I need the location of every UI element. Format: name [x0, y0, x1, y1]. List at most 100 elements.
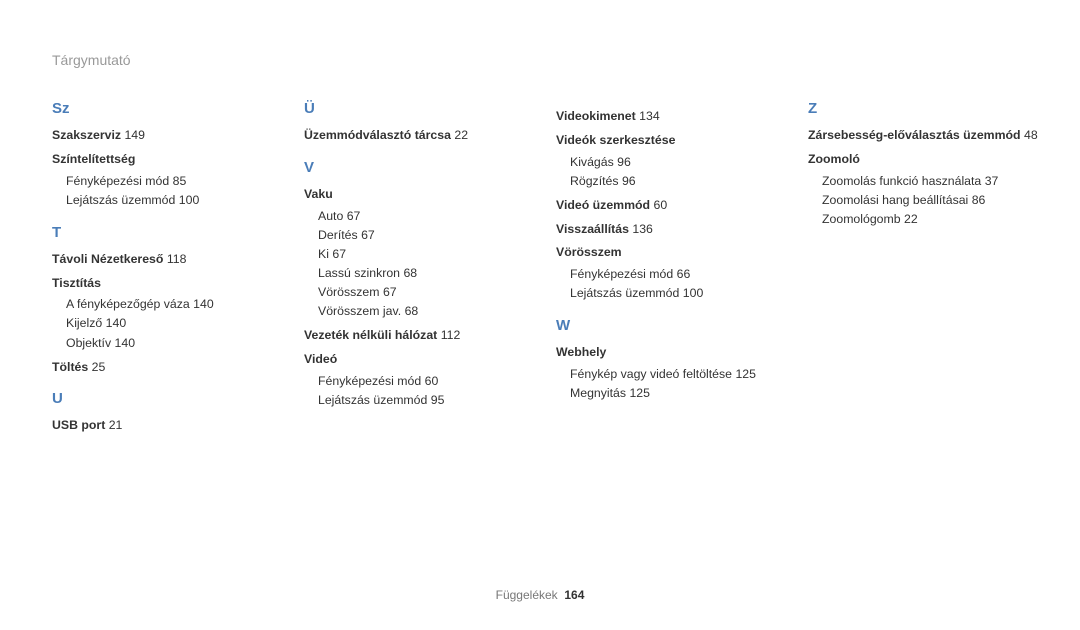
index-subentry[interactable]: Fénykép vagy videó feltöltése 125	[556, 365, 790, 384]
index-subentry-label: Fényképezési mód	[318, 374, 421, 388]
index-entry-label: Színtelítettség	[52, 152, 135, 166]
index-subentry-label: Fényképezési mód	[570, 267, 673, 281]
index-subentry-page: 68	[405, 304, 419, 318]
index-entry-label: Távoli Nézetkereső	[52, 252, 163, 266]
index-entry-label: Videó	[304, 352, 337, 366]
index-subentry-label: Lejátszás üzemmód	[570, 286, 679, 300]
index-entry-page: 21	[109, 418, 123, 432]
index-entry[interactable]: Színtelítettség	[52, 151, 286, 169]
index-subentry-label: Zoomológomb	[822, 212, 901, 226]
index-entry[interactable]: Videó üzemmód 60	[556, 197, 790, 215]
index-entry[interactable]: Zoomoló	[808, 151, 1042, 169]
index-subentry[interactable]: Fényképezési mód 60	[304, 372, 538, 391]
index-entry-label: Videokimenet	[556, 109, 636, 123]
index-subentry-page: 140	[115, 336, 136, 350]
index-subentry-page: 100	[179, 193, 200, 207]
index-entry[interactable]: Vörösszem	[556, 244, 790, 262]
index-subentry[interactable]: Zoomolási hang beállításai 86	[808, 191, 1042, 210]
index-subentry-page: 37	[985, 174, 999, 188]
index-subentry-page: 95	[431, 393, 445, 407]
index-entry-label: Zársebesség-előválasztás üzemmód	[808, 128, 1021, 142]
index-subentry[interactable]: Auto 67	[304, 207, 538, 226]
index-column: ZZársebesség-előválasztás üzemmód 48Zoom…	[808, 100, 1060, 438]
index-entry[interactable]: Vezeték nélküli hálózat 112	[304, 327, 538, 345]
index-entry[interactable]: Visszaállítás 136	[556, 221, 790, 239]
index-letter: V	[304, 159, 538, 176]
index-entry[interactable]: Tisztítás	[52, 275, 286, 293]
index-subentry[interactable]: Derítés 67	[304, 226, 538, 245]
index-entry-page: 48	[1024, 128, 1038, 142]
page-footer: Függelékek 164	[0, 588, 1080, 602]
index-subentry-page: 67	[361, 228, 375, 242]
index-entry[interactable]: Videokimenet 134	[556, 108, 790, 126]
index-subentry-label: Objektív	[66, 336, 111, 350]
index-subentry-page: 140	[193, 297, 214, 311]
index-subentry-page: 125	[735, 367, 756, 381]
index-entry-page: 60	[654, 198, 668, 212]
index-entry-label: Szakszerviz	[52, 128, 121, 142]
index-entry-page: 112	[441, 328, 461, 342]
index-subentry[interactable]: Zoomolás funkció használata 37	[808, 172, 1042, 191]
index-subentry[interactable]: Lejátszás üzemmód 100	[556, 284, 790, 303]
index-entry[interactable]: Üzemmódválasztó tárcsa 22	[304, 127, 538, 145]
index-entry-label: Visszaállítás	[556, 222, 629, 236]
index-subentry-page: 96	[622, 174, 636, 188]
index-entry-page: 149	[124, 128, 145, 142]
index-subentry-label: Derítés	[318, 228, 358, 242]
index-entry-page: 25	[92, 360, 106, 374]
index-entry[interactable]: Videó	[304, 351, 538, 369]
index-subentry-label: Kijelző	[66, 316, 102, 330]
index-column: Sz Szakszerviz 149 Színtelítettség Fényképe…	[52, 100, 304, 438]
index-subentry-label: A fényképezőgép váza	[66, 297, 190, 311]
index-subentry[interactable]: Rögzítés 96	[556, 172, 790, 191]
footer-label: Függelékek	[496, 588, 558, 602]
index-subentry-page: 66	[677, 267, 691, 281]
index-entry[interactable]: Szakszerviz 149	[52, 127, 286, 145]
index-subentry[interactable]: Zoomológomb 22	[808, 210, 1042, 229]
index-subentry-label: Zoomolási hang beállításai	[822, 193, 968, 207]
index-subentry-label: Lejátszás üzemmód	[318, 393, 427, 407]
index-entry[interactable]: Töltés 25	[52, 359, 286, 377]
index-subentry-label: Megnyitás	[570, 386, 626, 400]
index-letter: T	[52, 224, 286, 241]
index-subentry[interactable]: Megnyitás 125	[556, 384, 790, 403]
index-entry[interactable]: USB port 21	[52, 417, 286, 435]
index-letter: Sz	[52, 100, 286, 117]
index-entry[interactable]: Webhely	[556, 344, 790, 362]
index-subentry[interactable]: Vörösszem 67	[304, 283, 538, 302]
index-entry-label: Webhely	[556, 345, 606, 359]
index-subentry[interactable]: Ki 67	[304, 245, 538, 264]
index-subentry-label: Lejátszás üzemmód	[66, 193, 175, 207]
index-entry-page: 136	[632, 222, 653, 236]
index-letter: W	[556, 317, 790, 334]
index-letter: Ü	[304, 100, 538, 117]
index-entry-page: 134	[639, 109, 660, 123]
index-entry-label: Töltés	[52, 360, 88, 374]
index-subentry[interactable]: Fényképezési mód 85	[52, 172, 286, 191]
index-subentry[interactable]: Lejátszás üzemmód 95	[304, 391, 538, 410]
index-entry[interactable]: Zársebesség-előválasztás üzemmód 48	[808, 127, 1042, 145]
index-entry-label: Videó üzemmód	[556, 198, 650, 212]
index-subentry-label: Fénykép vagy videó feltöltése	[570, 367, 732, 381]
index-subentry[interactable]: Kivágás 96	[556, 153, 790, 172]
index-subentry[interactable]: Objektív 140	[52, 334, 286, 353]
index-subentry-label: Auto	[318, 209, 343, 223]
index-entry-label: Vezeték nélküli hálózat	[304, 328, 437, 342]
index-entry[interactable]: Videók szerkesztése	[556, 132, 790, 150]
index-subentry[interactable]: Fényképezési mód 66	[556, 265, 790, 284]
index-entry-label: Tisztítás	[52, 276, 101, 290]
index-subentry-page: 67	[383, 285, 397, 299]
index-subentry[interactable]: Kijelző 140	[52, 314, 286, 333]
index-entry[interactable]: Vaku	[304, 186, 538, 204]
index-subentry[interactable]: A fényképezőgép váza 140	[52, 295, 286, 314]
index-subentry[interactable]: Lejátszás üzemmód 100	[52, 191, 286, 210]
index-subentry[interactable]: Lassú szinkron 68	[304, 264, 538, 283]
index-subentry-label: Zoomolás funkció használata	[822, 174, 981, 188]
index-subentry-page: 22	[904, 212, 918, 226]
index-subentry-label: Fényképezési mód	[66, 174, 169, 188]
index-subentry-label: Ki	[318, 247, 329, 261]
index-subentry-page: 100	[683, 286, 704, 300]
index-subentry-page: 67	[332, 247, 346, 261]
index-entry[interactable]: Távoli Nézetkereső 118	[52, 251, 286, 269]
index-subentry[interactable]: Vörösszem jav. 68	[304, 302, 538, 321]
